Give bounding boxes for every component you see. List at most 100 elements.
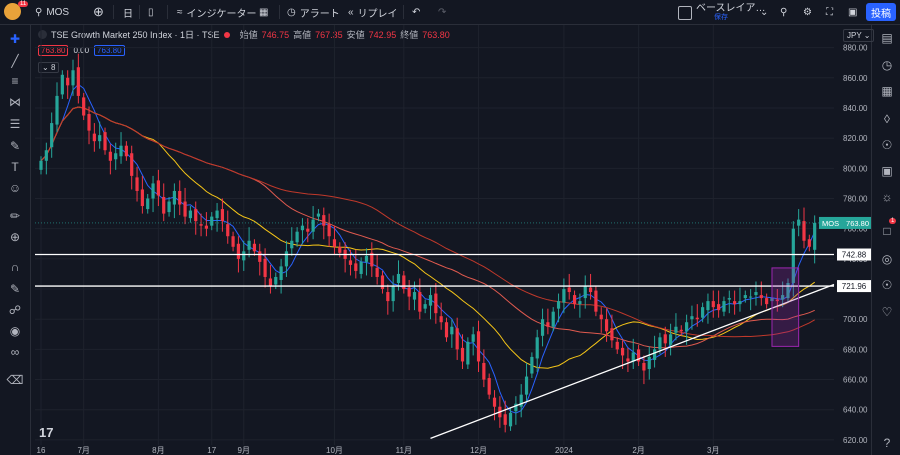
lock-icon[interactable]: ☍ [6, 301, 24, 319]
candle [252, 243, 257, 252]
trash-icon[interactable]: ⌫ [6, 371, 24, 389]
text-icon[interactable]: T [6, 158, 24, 176]
layout-menu[interactable]: ⌄ [760, 0, 768, 24]
candle [626, 358, 630, 362]
interval-label: 日 [123, 8, 133, 20]
ideas-icon[interactable]: ☼ [878, 188, 896, 206]
candle [338, 246, 342, 253]
snapshot-button[interactable]: ▣ [848, 0, 857, 24]
fib-icon[interactable]: ≡ [6, 72, 24, 90]
candle [380, 275, 385, 290]
ruler-icon[interactable]: ✏ [6, 207, 24, 225]
candle [210, 216, 214, 226]
candle [66, 77, 70, 86]
candle [156, 180, 160, 196]
price-chart[interactable]: 620.00640.00660.00680.00700.00720.00740.… [31, 25, 871, 455]
symbol-label: MOS [46, 6, 70, 18]
candle [188, 210, 192, 219]
candle [295, 231, 299, 243]
layout-name-button[interactable]: ベースレイア… 保存 [696, 0, 766, 24]
alert-button[interactable]: ◷ アラート [287, 0, 340, 24]
candle [92, 133, 96, 142]
x-tick-label: 10月 [326, 446, 343, 455]
last-price-symbol: MOS [822, 219, 839, 228]
undo-button[interactable]: ↶ [412, 0, 420, 24]
hline-price-label: 742.88 [842, 251, 867, 260]
candle [119, 145, 123, 157]
interval-button[interactable]: 日 [123, 0, 133, 24]
search-icon: ⚲ [780, 6, 788, 18]
help-icon[interactable]: ? [878, 434, 896, 452]
calendar-icon[interactable]: ▣ [878, 162, 896, 180]
grid [35, 25, 834, 445]
projection-icon[interactable]: ☰ [6, 115, 24, 133]
replay-button[interactable]: « リプレイ [348, 0, 398, 24]
candle [733, 301, 737, 305]
layout-icon[interactable] [678, 6, 692, 20]
indicators-label: インジケーター [186, 8, 257, 20]
brush-icon[interactable]: ✎ [6, 137, 24, 155]
candle [701, 307, 705, 318]
candle [178, 190, 182, 205]
candle [679, 329, 683, 332]
candle [567, 287, 571, 293]
crosshair-icon[interactable]: ✚ [6, 30, 24, 48]
link-icon[interactable]: ∞ [6, 343, 24, 361]
candle [242, 251, 246, 261]
candle [290, 240, 294, 249]
x-tick-label: 2月 [632, 446, 644, 455]
candle [695, 317, 699, 320]
candle [802, 221, 806, 241]
camera-icon: ▣ [848, 6, 858, 18]
redo-button[interactable]: ↷ [438, 0, 446, 24]
candle [194, 209, 198, 222]
fullscreen-button[interactable]: ⛶ [826, 0, 833, 24]
divider [167, 5, 168, 19]
indicators-icon: ≈ [177, 6, 183, 18]
watchlist-icon[interactable]: ▤ [878, 29, 896, 47]
candle [482, 362, 486, 380]
emoji-icon[interactable]: ☺ [6, 179, 24, 197]
trendline-icon[interactable]: ╱ [6, 52, 24, 70]
moving-averages [40, 83, 816, 414]
candle [44, 150, 48, 161]
candle [231, 236, 235, 247]
symbol-search[interactable]: ⚲ MOS [35, 0, 69, 24]
candle [135, 177, 139, 191]
eye-icon[interactable]: ◉ [6, 322, 24, 340]
notifications-icon[interactable]: ♡ [878, 303, 896, 321]
zoom-icon[interactable]: ⊕ [6, 228, 24, 246]
pattern-icon[interactable]: ⋈ [6, 93, 24, 111]
streams-icon[interactable]: ◎ [878, 250, 896, 268]
stay-drawing-icon[interactable]: ✎ [6, 280, 24, 298]
candle [364, 255, 369, 262]
alerts-icon[interactable]: ◷ [878, 56, 896, 74]
y-tick-label: 780.00 [843, 195, 868, 204]
candle [39, 160, 43, 170]
settings-button[interactable]: ⚙ [803, 0, 812, 24]
post-button[interactable]: 投稿 [866, 3, 896, 21]
hotlist-icon[interactable]: ☉ [878, 136, 896, 154]
candle [60, 74, 64, 95]
candle [706, 301, 710, 311]
magnet-icon[interactable]: ∩ [6, 258, 24, 276]
y-tick-label: 660.00 [843, 376, 868, 385]
candle [247, 240, 251, 250]
x-tick-label: 11月 [396, 446, 412, 455]
layers-icon[interactable]: ◊ [878, 110, 896, 128]
data-window-icon[interactable]: ▦ [878, 82, 896, 100]
chat-icon[interactable]: □ [878, 222, 896, 240]
candle [204, 225, 209, 229]
templates-button[interactable]: ▦ [259, 0, 268, 24]
candle [685, 322, 689, 332]
quick-search-button[interactable]: ⚲ [780, 0, 787, 24]
broadcast-icon[interactable]: ☉ [878, 276, 896, 294]
candle [503, 414, 507, 425]
add-symbol-button[interactable]: ⊕ [93, 0, 104, 24]
candle [444, 322, 449, 338]
indicators-button[interactable]: ≈ インジケーター [177, 0, 257, 24]
chevron-down-icon: ⌄ [760, 6, 769, 18]
candle [727, 298, 731, 300]
candle [450, 326, 454, 335]
chart-type-button[interactable]: ▯ [148, 0, 154, 24]
